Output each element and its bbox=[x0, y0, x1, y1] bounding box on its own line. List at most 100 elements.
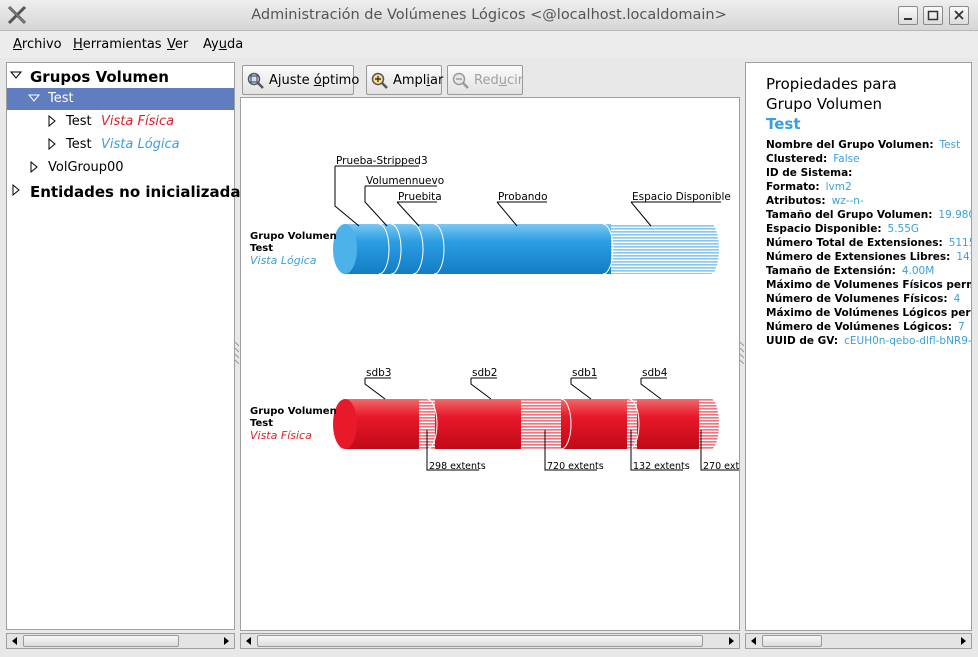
menu-archivo-mnemonic: A bbox=[13, 37, 22, 52]
expanded-triangle-icon[interactable] bbox=[10, 69, 22, 81]
tree-label-volgroup00: VolGroup00 bbox=[48, 160, 124, 175]
prop-value: 7 bbox=[957, 321, 965, 333]
scrollbar-thumb[interactable] bbox=[257, 635, 703, 647]
tree-item-volgroup00[interactable]: VolGroup00 bbox=[7, 157, 234, 179]
collapsed-triangle-icon[interactable] bbox=[46, 115, 58, 127]
prop-value: cEUH0n-qebo-dlfl-bNR9-UDx bbox=[844, 335, 972, 347]
tree-label-logical-view: Vista Lógica bbox=[101, 137, 180, 152]
menu-ayuda[interactable]: Ayuda bbox=[203, 37, 243, 52]
logical-view-caption: Grupo Volumen Test Vista Lógica bbox=[250, 231, 337, 267]
minimize-button[interactable] bbox=[898, 6, 918, 25]
prop-key: Formato: bbox=[766, 181, 820, 193]
prop-row-max-pv: Máximo de Volumenes Físicos permitidos: bbox=[766, 279, 971, 291]
properties-title-line2: Grupo Volumen bbox=[766, 95, 883, 113]
lv-label-probando: Probando bbox=[498, 191, 548, 203]
zoom-out-label: Reducir bbox=[474, 73, 523, 88]
prop-row-free-extents: Número de Extensiones Libres: 1420 bbox=[766, 251, 971, 263]
zoom-in-button[interactable]: Ampliar bbox=[366, 65, 444, 95]
menu-ver-post: er bbox=[174, 37, 189, 52]
tree-label-physical-view: Vista Física bbox=[101, 114, 175, 129]
menu-ayuda-post: da bbox=[226, 37, 244, 52]
menu-herramientas-mnemonic: H bbox=[73, 37, 83, 52]
pv-extents-sdb3: 298 extents bbox=[429, 461, 486, 472]
right-horizontal-scrollbar[interactable] bbox=[745, 633, 972, 649]
prop-key: Máximo de Volúmenes Lógicos permitidos: bbox=[766, 307, 971, 319]
scroll-left-icon[interactable] bbox=[10, 636, 20, 646]
prop-row-vg-uuid: UUID de GV: cEUH0n-qebo-dlfl-bNR9-UDx bbox=[766, 335, 972, 347]
tree-item-test-logical-view[interactable]: Test Vista Lógica bbox=[7, 134, 234, 156]
logical-view-cylinder[interactable] bbox=[333, 223, 719, 275]
close-button[interactable] bbox=[949, 6, 969, 25]
lv-label-pruebita: Pruebita bbox=[398, 191, 442, 203]
scroll-left-icon[interactable] bbox=[244, 636, 254, 646]
prop-value: 5.55G bbox=[887, 223, 920, 235]
scroll-left-icon[interactable] bbox=[749, 636, 759, 646]
prop-key: Máximo de Volumenes Físicos permitidos: bbox=[766, 279, 971, 291]
prop-key: Atributos: bbox=[766, 195, 826, 207]
tree-item-test-physical-view[interactable]: Test Vista Física bbox=[7, 111, 234, 133]
close-icon bbox=[954, 10, 964, 20]
left-horizontal-scrollbar[interactable] bbox=[6, 633, 235, 649]
prop-key: ID de Sistema: bbox=[766, 167, 853, 179]
prop-key: Número de Extensiones Libres: bbox=[766, 251, 951, 263]
prop-row-num-lv: Número de Volúmenes Lógicos: 7 bbox=[766, 321, 965, 333]
lv-label-volumennuevo: Volumennuevo bbox=[366, 175, 444, 187]
tree-item-grupos-volumen[interactable]: Grupos Volumen bbox=[7, 65, 234, 87]
right-pane-resize-grip[interactable] bbox=[740, 340, 744, 364]
prop-key: Tamaño de Extensión: bbox=[766, 265, 896, 277]
zoom-in-icon bbox=[371, 72, 388, 89]
prop-row-extent-size: Tamaño de Extensión: 4.00M bbox=[766, 265, 934, 277]
scroll-right-icon[interactable] bbox=[958, 636, 968, 646]
menu-ver-mnemonic: V bbox=[167, 37, 175, 52]
zoom-out-button[interactable]: Reducir bbox=[447, 65, 523, 95]
prop-value: 19.98G bbox=[938, 209, 971, 221]
scroll-right-icon[interactable] bbox=[221, 636, 231, 646]
tree-item-test-selected[interactable]: Test bbox=[7, 88, 234, 110]
prop-row-num-pv: Número de Volumenes Físicos: 4 bbox=[766, 293, 960, 305]
pv-label-sdb1: sdb1 bbox=[572, 367, 597, 379]
properties-title-line1: Propiedades para bbox=[766, 75, 897, 93]
prop-row-free-space: Espacio Disponible: 5.55G bbox=[766, 223, 919, 235]
best-fit-button[interactable]: Ajuste óptimo bbox=[242, 65, 359, 95]
prop-value: Test bbox=[939, 139, 961, 151]
pv-label-sdb4: sdb4 bbox=[642, 367, 668, 379]
prop-key: Número de Volúmenes Lógicos: bbox=[766, 321, 952, 333]
menu-herramientas-post: erramientas bbox=[82, 37, 162, 52]
prop-row-vg-name: Nombre del Grupo Volumen: Test bbox=[766, 139, 960, 151]
prop-key: UUID de GV: bbox=[766, 335, 839, 347]
physical-caption-header: Grupo Volumen bbox=[250, 406, 337, 417]
menu-ayuda-mnemonic: u bbox=[218, 37, 227, 52]
logical-volume-labels: Prueba-Stripped3 Volumennuevo Pruebita P… bbox=[336, 155, 731, 203]
scrollbar-thumb[interactable] bbox=[762, 635, 822, 647]
collapsed-triangle-icon[interactable] bbox=[28, 161, 40, 173]
scrollbar-thumb[interactable] bbox=[23, 635, 179, 647]
window-title: Administración de Volúmenes Lógicos <@lo… bbox=[251, 7, 727, 23]
physical-view-cylinder[interactable] bbox=[333, 398, 719, 450]
prop-key: Clustered: bbox=[766, 153, 828, 165]
center-horizontal-scrollbar[interactable] bbox=[240, 633, 740, 649]
collapsed-triangle-icon[interactable] bbox=[46, 138, 58, 150]
menu-herramientas[interactable]: Herramientas bbox=[73, 37, 162, 52]
maximize-button[interactable] bbox=[923, 6, 943, 25]
tree-label-test: Test bbox=[48, 91, 74, 106]
menu-archivo[interactable]: Archivo bbox=[13, 37, 62, 52]
menu-ver[interactable]: Ver bbox=[167, 37, 188, 52]
left-pane-resize-grip[interactable] bbox=[235, 340, 239, 364]
tree-item-uninitialized[interactable]: Entidades no inicializadas bbox=[7, 180, 249, 202]
expanded-triangle-icon[interactable] bbox=[28, 92, 40, 104]
prop-value: 1420 bbox=[956, 251, 971, 263]
pv-extents-sdb4: 270 extents bbox=[703, 461, 739, 472]
collapsed-triangle-icon[interactable] bbox=[10, 184, 22, 196]
minimize-icon bbox=[904, 18, 912, 20]
physical-caption-view: Vista Física bbox=[250, 429, 312, 442]
best-fit-mnemonic: ó bbox=[313, 73, 322, 88]
zoom-in-label-post: ar bbox=[430, 73, 444, 88]
tree-label-grupos-volumen: Grupos Volumen bbox=[30, 68, 169, 86]
menu-archivo-post: rchivo bbox=[21, 37, 62, 52]
scroll-right-icon[interactable] bbox=[726, 636, 736, 646]
prop-key: Número Total de Extensiones: bbox=[766, 237, 943, 249]
pv-label-sdb2: sdb2 bbox=[472, 367, 497, 379]
volume-diagram-canvas[interactable]: Prueba-Stripped3 Volumennuevo Pruebita P… bbox=[240, 97, 760, 631]
lv-label-espacio-disponible: Espacio Disponible bbox=[632, 191, 731, 203]
best-fit-label-pre: Ajuste bbox=[269, 73, 314, 88]
